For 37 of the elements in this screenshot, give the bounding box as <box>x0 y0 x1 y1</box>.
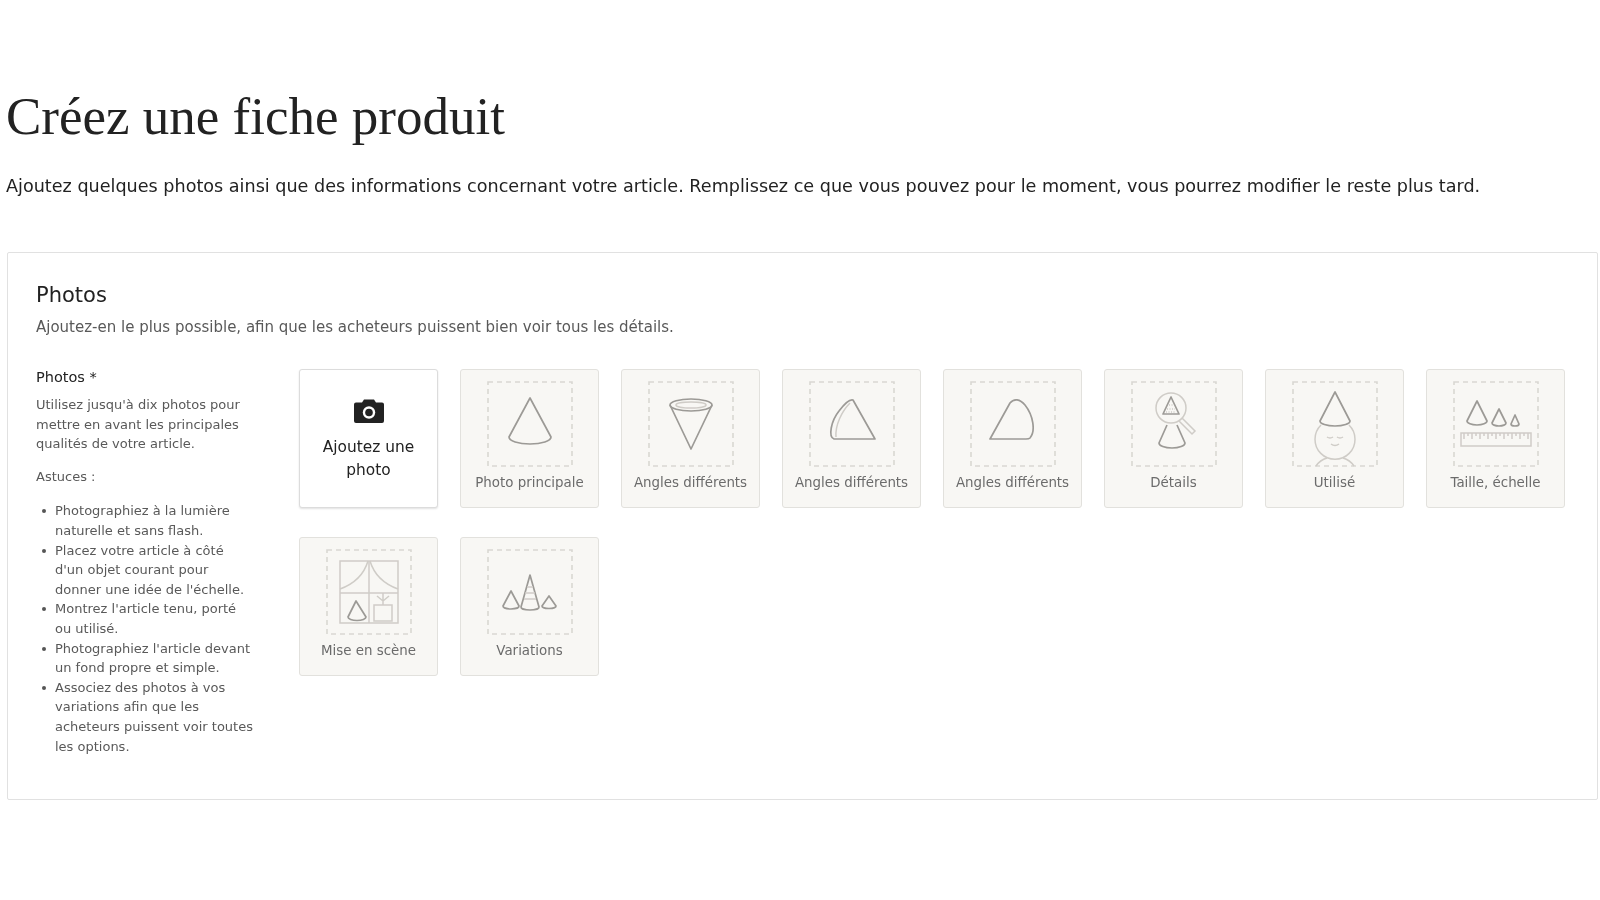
tips-label: Astuces : <box>36 467 97 486</box>
tip-text: Photographiez l'article devant un fond propre et simple. <box>55 639 252 678</box>
bullet-icon <box>42 646 46 651</box>
tip-text: Associez des photos à vos variations afin que les acheteurs puissent voir toutes les options. <box>55 678 254 756</box>
tip-text: Placez votre article à côté d'un objet courant pour donner une idée de l'échelle. <box>55 541 246 599</box>
cones-ruler-icon <box>1452 381 1539 467</box>
cone-hat-face-icon <box>1291 381 1378 467</box>
photo-slot[interactable]: Détails <box>1104 369 1243 508</box>
photo-slot[interactable]: Angles différents <box>943 369 1082 508</box>
camera-icon <box>353 399 384 423</box>
section-description: Ajoutez-en le plus possible, afin que les acheteurs puissent bien voir tous les détails. <box>36 317 675 337</box>
photo-slot[interactable]: Angles différents <box>782 369 921 508</box>
section-title: Photos <box>36 282 108 309</box>
bullet-icon <box>42 607 46 612</box>
page-subtitle: Ajoutez quelques photos ainsi que des informations concernant votre article. Remplissez ce que vous pouvez pour le moment, vous pourrez modifier le reste plus tard. <box>6 175 1482 198</box>
photo-slot[interactable]: Mise en scène <box>299 537 438 676</box>
inverted-cone-icon <box>647 381 734 467</box>
photo-slot[interactable]: Photo principale <box>460 369 599 508</box>
bullet-icon <box>42 685 46 690</box>
add-photo-button[interactable]: Ajoutez une photo <box>299 369 438 508</box>
window-scene-icon <box>325 549 412 635</box>
tip-text: Montrez l'article tenu, porté ou utilisé. <box>55 600 238 638</box>
cone-icon <box>486 381 573 467</box>
page-title: Créez une fiche produit <box>6 86 506 147</box>
tip-text: Photographiez à la lumière naturelle et sans flash. <box>55 502 231 540</box>
bullet-icon <box>42 548 46 553</box>
photo-slot[interactable]: Taille, échelle <box>1426 369 1565 508</box>
tilted-cone-icon <box>808 381 895 467</box>
magnifier-cone-icon <box>1130 381 1217 467</box>
rounded-cone-icon <box>969 381 1056 467</box>
bullet-icon <box>42 509 46 514</box>
photo-slot[interactable]: Utilisé <box>1265 369 1404 508</box>
photo-slot[interactable]: Variations <box>460 537 599 676</box>
help-text: Utilisez jusqu'à dix photos pour mettre en avant les principales qualités de votre article. <box>36 396 241 454</box>
three-cones-icon <box>486 549 573 635</box>
photo-slot[interactable]: Angles différents <box>621 369 760 508</box>
field-label: Photos * <box>36 368 98 387</box>
